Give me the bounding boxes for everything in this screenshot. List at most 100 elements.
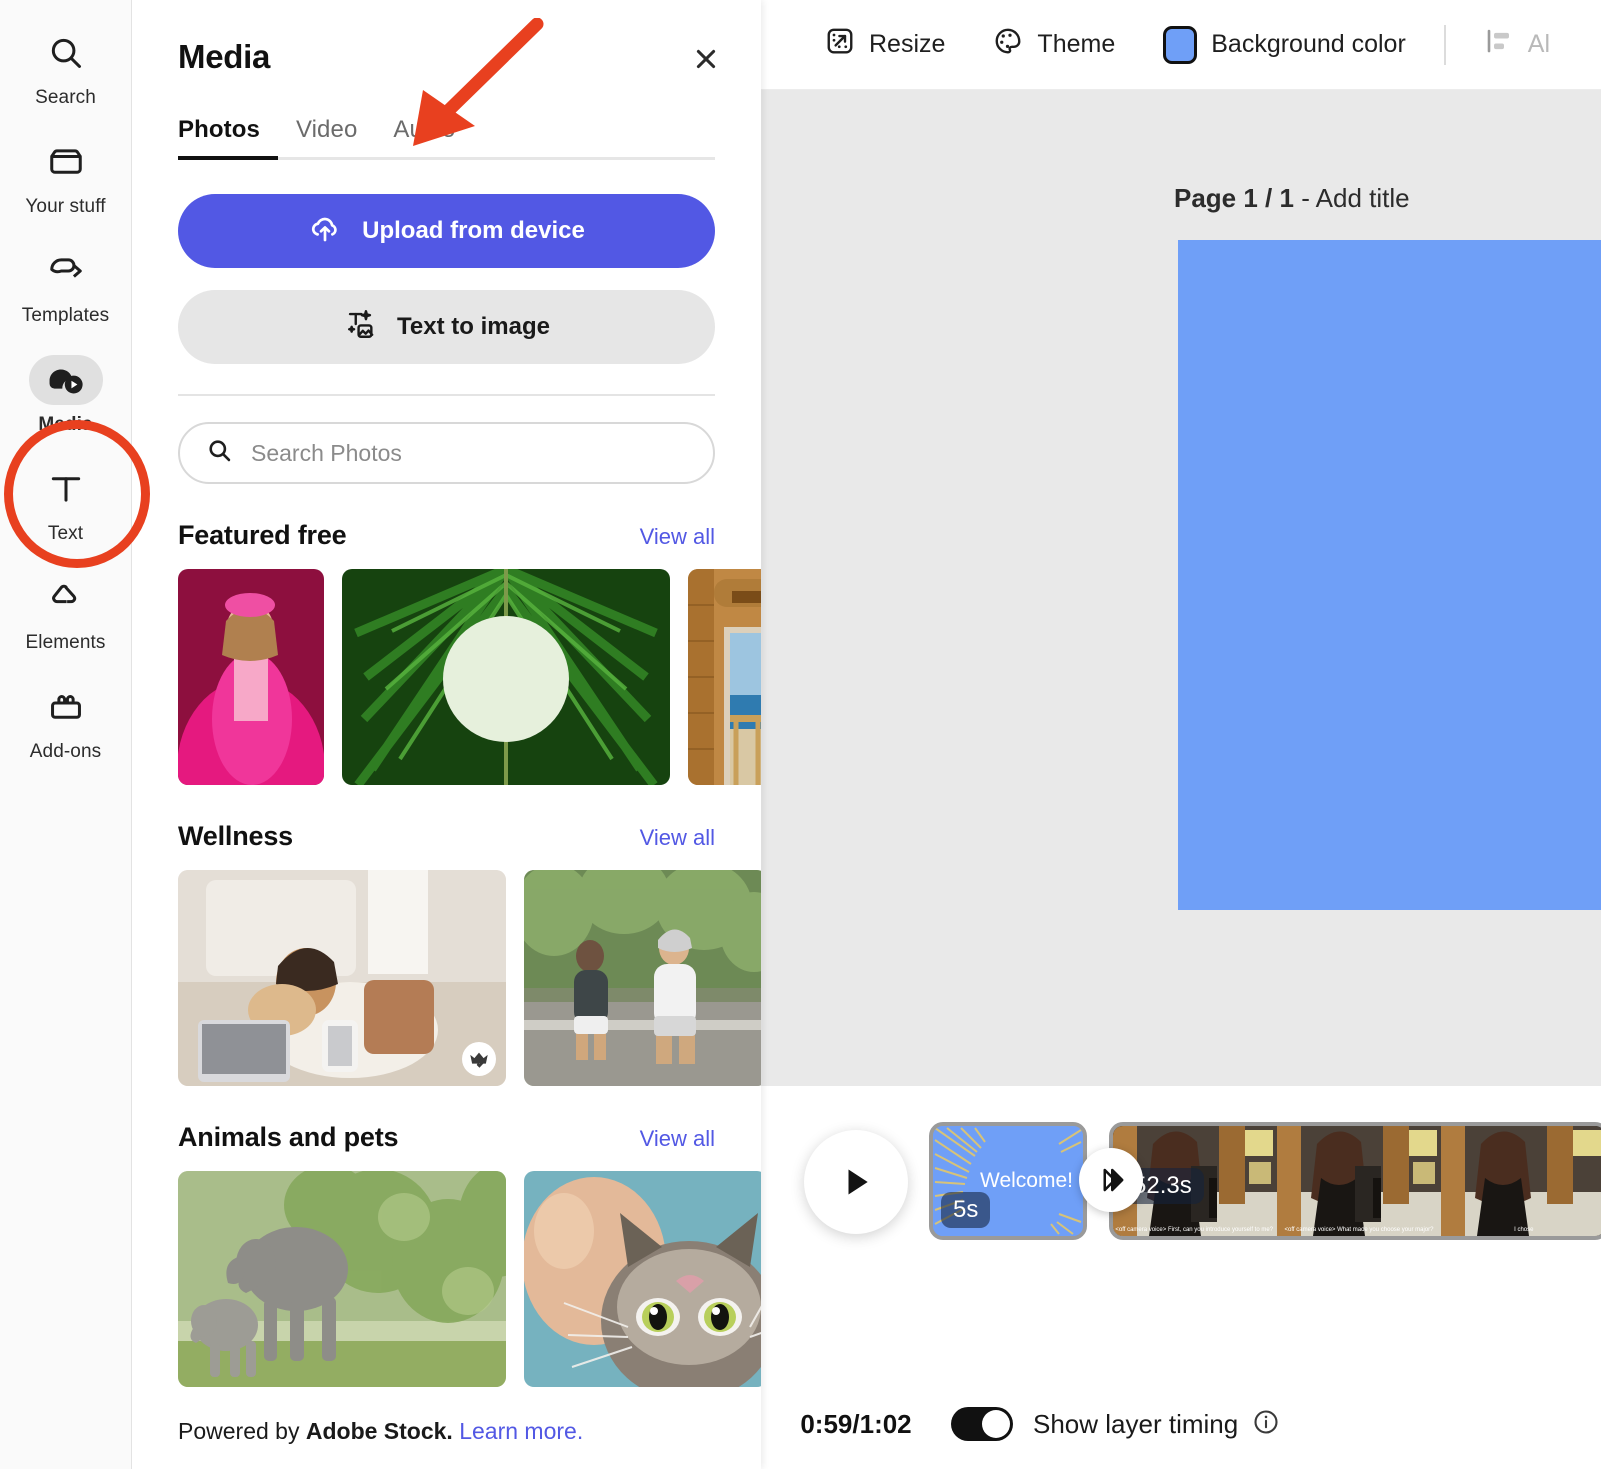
section-title: Wellness bbox=[178, 821, 293, 851]
close-icon[interactable] bbox=[685, 38, 727, 80]
play-button[interactable] bbox=[804, 1130, 908, 1234]
background-color-swatch bbox=[1163, 25, 1198, 64]
toolbar-separator bbox=[1443, 24, 1446, 65]
search-icon bbox=[206, 437, 233, 469]
media-thumbnail[interactable] bbox=[688, 569, 761, 785]
addons-icon bbox=[29, 682, 103, 732]
section-header-wellness: Wellness View all bbox=[178, 821, 715, 852]
align-button[interactable]: Al bbox=[1460, 18, 1574, 72]
split-clip-icon[interactable] bbox=[1079, 1148, 1143, 1212]
clip-duration: 5s bbox=[941, 1192, 991, 1228]
canvas-area[interactable]: Page 1 / 1 - Add title bbox=[761, 90, 1601, 1086]
media-thumbnail[interactable] bbox=[342, 569, 670, 785]
upload-button-label: Upload from device bbox=[362, 217, 585, 244]
timeline-clip-interview[interactable]: <off camera voice> First, can you introd… bbox=[1109, 1122, 1601, 1240]
clip-title-text: Welcome! bbox=[980, 1169, 1073, 1192]
folder-icon bbox=[29, 137, 103, 187]
section-header-featured-free: Featured free View all bbox=[178, 520, 715, 551]
sidebar-item-search[interactable]: Search bbox=[11, 28, 121, 109]
sidebar-item-label: Your stuff bbox=[25, 196, 106, 217]
sidebar-item-templates[interactable]: Templates bbox=[11, 246, 121, 327]
section-title: Animals and pets bbox=[178, 1122, 399, 1152]
page-number: Page 1 / 1 bbox=[1174, 183, 1294, 213]
thumbnail-row-animals-and-pets bbox=[178, 1171, 761, 1387]
cloud-upload-icon bbox=[308, 211, 342, 252]
media-tabs: Photos Video Audio bbox=[132, 116, 761, 160]
resize-icon bbox=[825, 26, 855, 63]
sidebar-item-media[interactable]: Media bbox=[11, 355, 121, 436]
sidebar-item-label: Elements bbox=[25, 632, 106, 653]
media-thumbnail[interactable] bbox=[178, 569, 324, 785]
artboard[interactable] bbox=[1178, 240, 1601, 910]
timeline-panel: Welcome! 5s <off camera voice> First, ca… bbox=[761, 1086, 1601, 1469]
media-panel-header: Media bbox=[132, 0, 761, 80]
templates-icon bbox=[29, 246, 103, 296]
media-thumbnail[interactable] bbox=[178, 1171, 506, 1387]
tab-video[interactable]: Video bbox=[296, 116, 357, 160]
media-thumbnail[interactable] bbox=[524, 870, 761, 1086]
thumbnail-row-wellness bbox=[178, 870, 761, 1086]
resize-label: Resize bbox=[869, 30, 946, 58]
page-title: Media bbox=[178, 38, 271, 75]
clip-caption: <off camera voice> What made you choose … bbox=[1284, 1227, 1434, 1233]
sidebar-item-label: Media bbox=[38, 414, 93, 435]
thumbnail-row-featured-free bbox=[178, 569, 761, 785]
adobe-express-editor: Search Your stuff Templates Media Text E… bbox=[0, 0, 1601, 1469]
text-to-image-button-label: Text to image bbox=[397, 313, 550, 340]
sidebar-item-your-stuff[interactable]: Your stuff bbox=[11, 137, 121, 218]
theme-label: Theme bbox=[1037, 30, 1116, 58]
sidebar-item-label: Add-ons bbox=[29, 741, 102, 762]
footer-brand: Adobe Stock. bbox=[305, 1418, 453, 1444]
editor-area: Resize Theme Background color Al Page 1 … bbox=[761, 0, 1601, 1469]
view-all-link-featured-free[interactable]: View all bbox=[640, 524, 715, 550]
media-panel: Media Photos Video Audio Upload from dev… bbox=[132, 0, 761, 1469]
text-to-image-button[interactable]: Text to image bbox=[178, 290, 715, 364]
media-panel-body: Upload from device Text to image Feature… bbox=[132, 194, 761, 1387]
play-icon bbox=[848, 1169, 868, 1195]
left-sidebar: Search Your stuff Templates Media Text E… bbox=[0, 0, 132, 1469]
clip-caption: I chose bbox=[1514, 1227, 1534, 1233]
palette-icon bbox=[993, 26, 1023, 63]
section-header-animals-and-pets: Animals and pets View all bbox=[178, 1122, 715, 1153]
view-all-link-wellness[interactable]: View all bbox=[640, 825, 715, 851]
show-layer-timing-label: Show layer timing bbox=[1033, 1408, 1239, 1439]
adobe-stock-attribution: Powered by Adobe Stock. Learn more. bbox=[132, 1400, 761, 1469]
background-color-button[interactable]: Background color bbox=[1139, 18, 1430, 72]
timeline-footer: 0:59/1:02 Show layer timing bbox=[761, 1407, 1280, 1441]
sidebar-item-label: Search bbox=[35, 87, 96, 108]
show-layer-timing-toggle[interactable] bbox=[951, 1407, 1013, 1441]
editor-toolbar: Resize Theme Background color Al bbox=[761, 0, 1601, 90]
media-thumbnail[interactable] bbox=[178, 870, 506, 1086]
search-photos-field[interactable] bbox=[178, 422, 715, 484]
align-icon bbox=[1484, 26, 1514, 63]
background-color-label: Background color bbox=[1211, 30, 1406, 58]
divider bbox=[178, 394, 715, 396]
search-icon bbox=[29, 28, 103, 78]
theme-button[interactable]: Theme bbox=[969, 18, 1139, 72]
tab-photos[interactable]: Photos bbox=[178, 116, 260, 160]
page-label: Page 1 / 1 - Add title bbox=[1174, 183, 1410, 214]
upload-from-device-button[interactable]: Upload from device bbox=[178, 194, 715, 268]
elements-icon bbox=[29, 573, 103, 623]
info-icon[interactable] bbox=[1252, 1408, 1280, 1441]
text-to-image-icon bbox=[343, 307, 377, 348]
learn-more-link[interactable]: Learn more. bbox=[459, 1418, 583, 1444]
clip-caption: <off camera voice> First, can you introd… bbox=[1115, 1227, 1273, 1233]
time-code: 0:59/1:02 bbox=[800, 1408, 912, 1439]
timeline-clip-welcome[interactable]: Welcome! 5s bbox=[929, 1122, 1087, 1240]
sidebar-item-text[interactable]: Text bbox=[11, 464, 121, 545]
media-icon bbox=[28, 355, 103, 405]
view-all-link-animals-and-pets[interactable]: View all bbox=[640, 1126, 715, 1152]
tab-audio[interactable]: Audio bbox=[393, 116, 455, 160]
sidebar-item-add-ons[interactable]: Add-ons bbox=[11, 682, 121, 763]
premium-crown-icon bbox=[462, 1042, 496, 1076]
search-input[interactable] bbox=[251, 439, 687, 467]
tab-active-indicator bbox=[178, 156, 278, 160]
sidebar-item-label: Templates bbox=[21, 305, 110, 326]
page-title-placeholder[interactable]: - Add title bbox=[1294, 183, 1409, 213]
media-thumbnail[interactable] bbox=[524, 1171, 761, 1387]
footer-prefix: Powered by bbox=[178, 1418, 306, 1444]
sidebar-item-elements[interactable]: Elements bbox=[11, 573, 121, 654]
text-icon bbox=[29, 464, 103, 514]
resize-button[interactable]: Resize bbox=[801, 18, 969, 72]
